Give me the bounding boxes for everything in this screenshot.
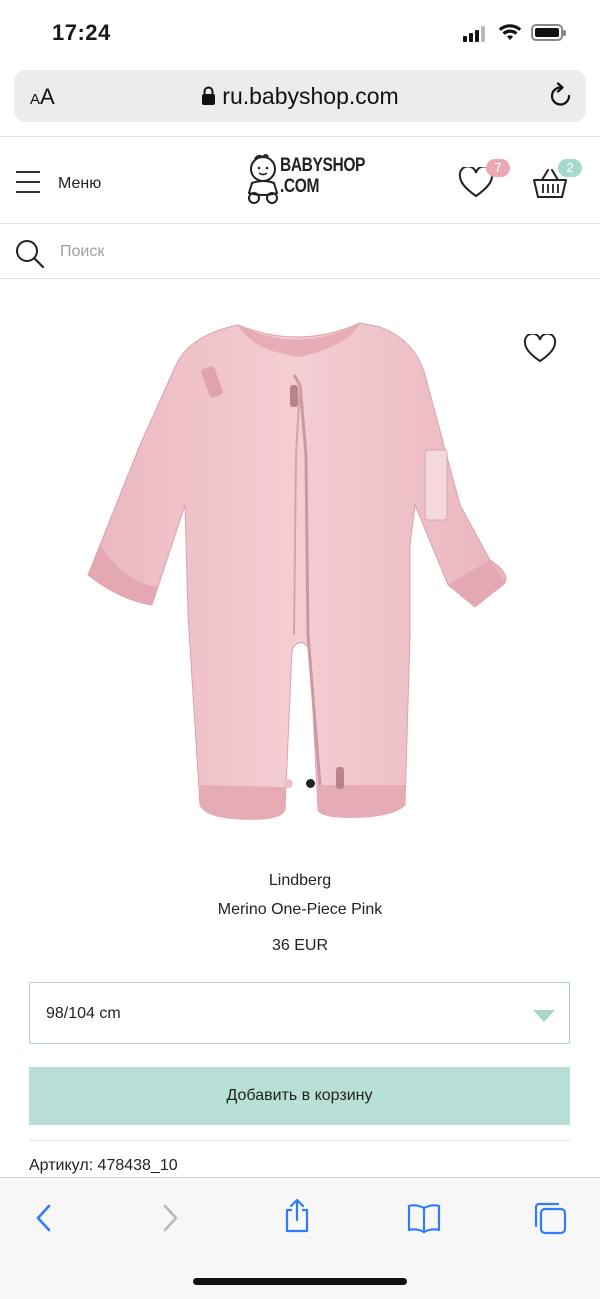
divider <box>0 278 600 279</box>
battery-icon <box>531 24 566 41</box>
size-select[interactable]: 98/104 cm <box>29 982 570 1044</box>
address-bar[interactable]: AA ru.babyshop.com <box>14 70 586 122</box>
share-icon[interactable] <box>282 1198 312 1234</box>
status-bar: 17:24 <box>0 0 600 64</box>
product-sku: Артикул: 478438_10 <box>29 1157 178 1174</box>
lock-icon <box>202 86 216 105</box>
tabs-icon[interactable] <box>532 1200 568 1236</box>
carousel-dot-1[interactable] <box>284 779 293 788</box>
status-time: 17:24 <box>52 20 111 45</box>
hamburger-menu-icon[interactable] <box>16 171 40 193</box>
forward-arrow-icon[interactable] <box>160 1202 180 1234</box>
logo-text: BABYSHOP .COM <box>280 155 366 197</box>
search-bar <box>0 224 600 278</box>
cellular-signal-icon <box>463 26 489 42</box>
url-field[interactable]: ru.babyshop.com <box>14 83 586 110</box>
product-image[interactable] <box>80 305 520 850</box>
favorite-heart-icon[interactable] <box>523 334 557 364</box>
babyshop-logo[interactable]: BABYSHOP .COM <box>244 153 366 205</box>
product-price: 36 EUR <box>271 937 329 954</box>
wishlist-count-badge: 7 <box>486 159 510 177</box>
menu-button[interactable]: Меню <box>58 175 101 193</box>
carousel-dot-2[interactable] <box>306 779 315 788</box>
site-header: Меню BABYSHOP .COM 7 2 <box>0 137 600 223</box>
bookmarks-icon[interactable] <box>406 1202 442 1234</box>
url-text: ru.babyshop.com <box>222 83 399 109</box>
search-icon[interactable] <box>14 238 46 270</box>
cart-count-badge: 2 <box>558 159 582 177</box>
chevron-down-icon <box>533 1010 555 1022</box>
search-input[interactable] <box>58 238 562 266</box>
reload-icon[interactable] <box>548 82 574 110</box>
product-brand[interactable]: Lindberg <box>0 872 600 890</box>
home-indicator[interactable] <box>193 1278 407 1285</box>
size-select-value: 98/104 cm <box>46 1005 121 1022</box>
baby-logo-icon <box>247 154 279 204</box>
wifi-icon <box>498 24 522 40</box>
product-name: Merino One-Piece Pink <box>217 901 383 918</box>
back-arrow-icon[interactable] <box>34 1202 54 1234</box>
add-to-cart-button[interactable]: Добавить в корзину <box>29 1067 570 1125</box>
divider <box>29 1140 570 1141</box>
